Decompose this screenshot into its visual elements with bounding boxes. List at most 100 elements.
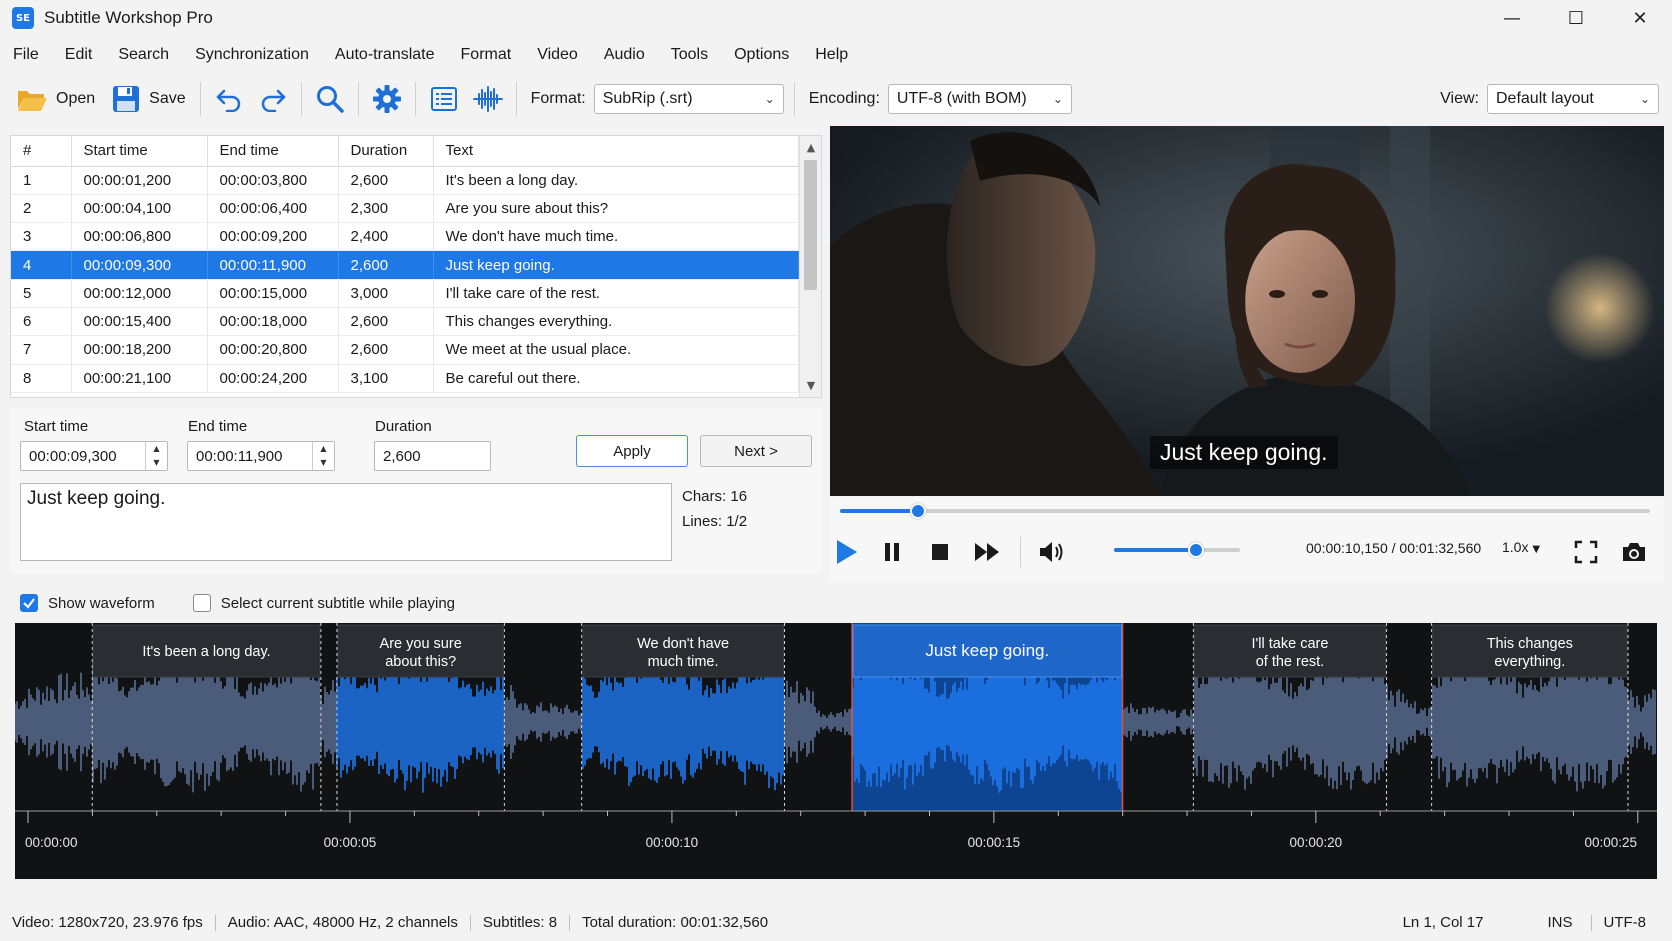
mute-button[interactable] <box>1034 534 1070 570</box>
select-current-checkbox[interactable] <box>192 594 211 612</box>
cell-number: 4 <box>11 250 72 280</box>
cell-start-time: 00:00:12,000 <box>71 279 208 308</box>
menu-edit[interactable]: Edit <box>52 46 106 64</box>
play-button[interactable] <box>827 534 863 570</box>
fullscreen-button[interactable] <box>1568 534 1604 570</box>
format-select[interactable]: SubRip (.srt) ⌄ <box>593 84 784 114</box>
toolbar-separator <box>793 82 795 116</box>
toolbar-separator <box>357 82 359 116</box>
chevron-down-icon[interactable]: ▼ <box>313 456 334 470</box>
minimize-button[interactable]: — <box>1480 0 1544 36</box>
find-button[interactable] <box>308 79 352 119</box>
waveform-segment-text: This changes <box>1487 636 1573 652</box>
table-row[interactable]: 5 00:00:12,000 00:00:15,000 3,000 I'll take … <box>11 279 799 308</box>
end-time-label: End time <box>188 418 248 435</box>
start-time-field[interactable]: 00:00:09,300 ▲ ▼ <box>20 441 168 471</box>
cell-start-time: 00:00:04,100 <box>71 194 208 224</box>
toolbar-separator <box>414 82 416 116</box>
menu-audio[interactable]: Audio <box>591 46 658 64</box>
volume-slider[interactable] <box>1114 542 1240 558</box>
cell-number: 6 <box>11 307 72 337</box>
maximize-button[interactable]: ☐ <box>1544 0 1608 36</box>
undo-button[interactable] <box>207 79 251 119</box>
waveform-canvas[interactable]: It's been a long day. Are you sure about t… <box>15 623 1657 879</box>
time-axis-tick-label: 00:00:05 <box>324 835 377 850</box>
redo-button[interactable] <box>251 79 295 119</box>
table-row[interactable]: 4 00:00:09,300 00:00:11,900 2,600 Just keep … <box>11 250 799 280</box>
start-time-stepper[interactable]: ▲ ▼ <box>145 442 167 470</box>
open-button[interactable]: Open <box>8 79 103 119</box>
settings-button[interactable] <box>365 79 409 119</box>
end-time-stepper[interactable]: ▲ ▼ <box>312 442 334 470</box>
time-axis-tick-label: 00:00:25 <box>1584 835 1637 850</box>
format-value: SubRip (.srt) <box>602 90 693 107</box>
menu-options[interactable]: Options <box>721 46 802 64</box>
playback-speed-select[interactable]: 1.0x ▼ <box>1502 539 1540 555</box>
waveform-panel[interactable]: It's been a long day. Are you sure about t… <box>15 623 1657 879</box>
cell-number: 2 <box>11 194 72 224</box>
subtitle-text-input[interactable]: Just keep going. <box>20 483 672 561</box>
table-row[interactable]: 2 00:00:04,100 00:00:06,400 2,300 Are you su… <box>11 194 799 224</box>
view-select[interactable]: Default layout ⌄ <box>1487 84 1659 114</box>
cell-start-time: 00:00:06,800 <box>71 222 208 252</box>
column-header-text[interactable]: Text <box>433 136 799 167</box>
menu-search[interactable]: Search <box>105 46 182 64</box>
video-preview[interactable]: Just keep going. <box>830 126 1664 496</box>
menu-video[interactable]: Video <box>524 46 591 64</box>
player-controls: 00:00:10,150 / 00:01:32,560 1.0x ▼ <box>830 497 1664 581</box>
folder-open-icon <box>18 91 47 111</box>
table-row[interactable]: 3 00:00:06,800 00:00:09,200 2,400 We don't h… <box>11 222 799 252</box>
menu-file[interactable]: File <box>0 46 52 64</box>
pause-button[interactable] <box>874 534 910 570</box>
snapshot-button[interactable] <box>1616 534 1652 570</box>
chevron-down-icon: ⌄ <box>764 92 775 106</box>
apply-button[interactable]: Apply <box>576 435 688 467</box>
menu-synchronization[interactable]: Synchronization <box>182 46 322 64</box>
seek-handle[interactable] <box>909 503 926 519</box>
volume-handle[interactable] <box>1187 542 1204 558</box>
cell-start-time: 00:00:21,100 <box>71 364 208 393</box>
fullscreen-icon <box>1574 540 1598 564</box>
duration-field[interactable]: 2,600 <box>374 441 491 471</box>
column-header-number[interactable]: # <box>11 136 72 167</box>
seek-bar[interactable] <box>840 503 1650 519</box>
table-row[interactable]: 6 00:00:15,400 00:00:18,000 2,600 This chang… <box>11 307 799 337</box>
list-scrollbar[interactable]: ▲ ▼ <box>799 136 821 397</box>
menu-auto-translate[interactable]: Auto-translate <box>322 46 448 64</box>
chevron-up-icon[interactable]: ▲ <box>146 442 167 456</box>
cell-end-time: 00:00:15,000 <box>207 279 339 308</box>
waveform-button[interactable] <box>466 79 510 119</box>
cell-end-time: 00:00:03,800 <box>207 166 339 195</box>
waveform-segment-text: of the rest. <box>1256 654 1325 670</box>
end-time-field[interactable]: 00:00:11,900 ▲ ▼ <box>187 441 335 471</box>
list-view-button[interactable] <box>422 79 466 119</box>
scroll-thumb[interactable] <box>804 160 817 290</box>
encoding-select[interactable]: UTF-8 (with BOM) ⌄ <box>887 84 1072 114</box>
menu-tools[interactable]: Tools <box>658 46 721 64</box>
cell-start-time: 00:00:15,400 <box>71 307 208 337</box>
next-button[interactable]: Next > <box>700 435 812 467</box>
table-row[interactable]: 8 00:00:21,100 00:00:24,200 3,100 Be careful… <box>11 364 799 393</box>
chevron-down-icon[interactable]: ▼ <box>146 456 167 470</box>
table-row[interactable]: 7 00:00:18,200 00:00:20,800 2,600 We meet at… <box>11 335 799 365</box>
column-header-duration[interactable]: Duration <box>338 136 434 167</box>
scroll-up-icon[interactable]: ▲ <box>800 138 821 158</box>
column-header-end-time[interactable]: End time <box>207 136 339 167</box>
column-header-start-time[interactable]: Start time <box>71 136 208 167</box>
save-button[interactable]: Save <box>103 79 193 119</box>
fast-forward-button[interactable] <box>970 534 1006 570</box>
chevron-up-icon[interactable]: ▲ <box>313 442 334 456</box>
table-row[interactable]: 1 00:00:01,200 00:00:03,800 2,600 It's been … <box>11 166 799 195</box>
waveform-segment-text: Just keep going. <box>925 641 1049 660</box>
line-count: Lines: 1/2 <box>682 513 748 530</box>
scroll-down-icon[interactable]: ▼ <box>800 376 821 396</box>
menu-format[interactable]: Format <box>448 46 525 64</box>
show-waveform-checkbox[interactable] <box>20 594 38 612</box>
video-subtitle-overlay: Just keep going. <box>1150 436 1338 469</box>
stop-button[interactable] <box>922 534 958 570</box>
close-button[interactable]: ✕ <box>1608 0 1672 36</box>
cell-duration: 2,600 <box>338 166 434 195</box>
save-label: Save <box>149 90 186 107</box>
status-audio-info: Audio: AAC, 48000 Hz, 2 channels <box>227 914 458 931</box>
menu-help[interactable]: Help <box>802 46 861 64</box>
